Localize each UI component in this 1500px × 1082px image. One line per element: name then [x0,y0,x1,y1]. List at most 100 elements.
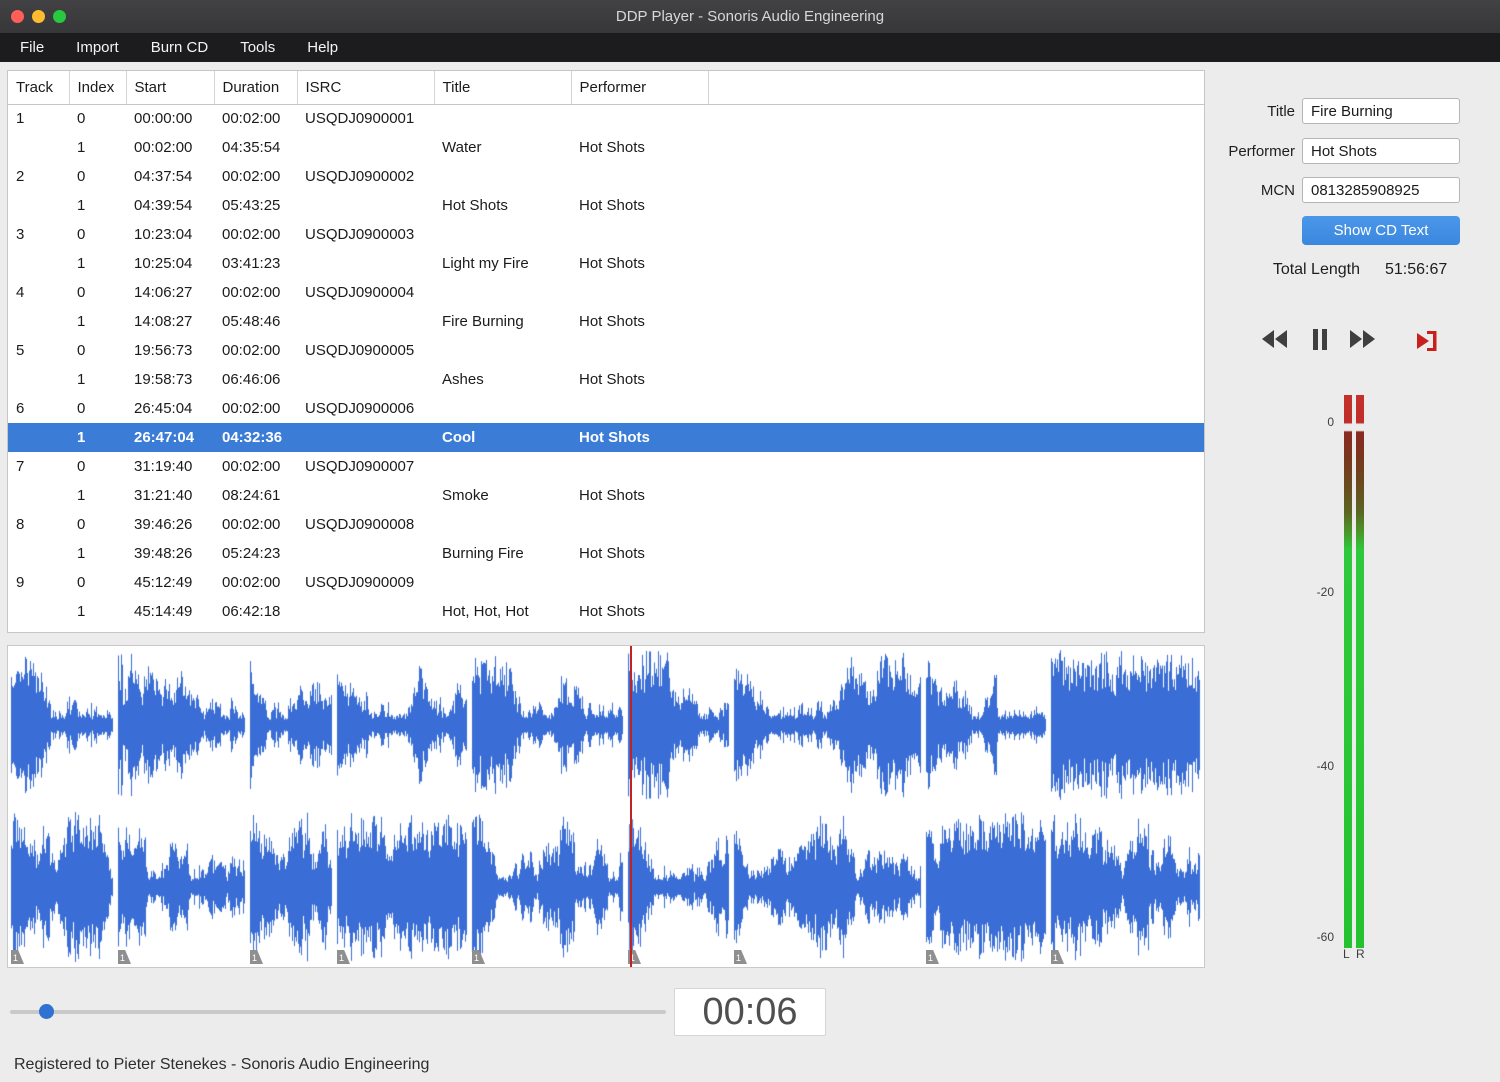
menu-item-burn-cd[interactable]: Burn CD [135,33,225,62]
cell-filler [708,597,1204,626]
cell-start: 14:08:27 [134,313,193,330]
column-header-track[interactable]: Track [8,71,70,105]
cell-index: 0 [77,110,86,128]
cell-title [434,336,571,365]
cell-title: Smoke [442,487,489,504]
column-header-duration[interactable]: Duration [214,71,298,105]
minimize-button[interactable] [32,10,45,23]
pause-button[interactable] [1305,327,1335,353]
cell-index: 0 [77,516,86,533]
cell-index: 0 [77,168,86,185]
table-row[interactable]: 1 19:58:73 06:46:06 Ashes Hot Shots [8,365,1204,394]
rewind-button[interactable] [1259,327,1289,353]
table-row[interactable]: 1 14:08:27 05:48:46 Fire Burning Hot Shots [8,307,1204,336]
table-row[interactable]: 1 0 00:00:00 00:02:00 USQDJ0900001 [8,104,1204,133]
cell-isrc: USQDJ0900005 [305,342,415,359]
table-row[interactable]: 2 0 04:37:54 00:02:00 USQDJ0900002 [8,162,1204,191]
table-row[interactable]: 1 04:39:54 05:43:25 Hot Shots Hot Shots [8,191,1204,220]
cell-performer [571,220,708,249]
cell-duration: 00:02:00 [222,284,281,301]
cell-title: Burning Fire [442,545,524,562]
seek-slider-thumb[interactable] [39,1004,54,1019]
table-row[interactable]: 8 0 39:46:26 00:02:00 USQDJ0900008 [8,510,1204,539]
cell-filler [708,394,1204,423]
table-row[interactable]: 6 0 26:45:04 00:02:00 USQDJ0900006 [8,394,1204,423]
titlebar: DDP Player - Sonoris Audio Engineering [0,0,1500,33]
seek-slider-track[interactable] [10,1010,666,1014]
table-row[interactable]: 1 31:21:40 08:24:61 Smoke Hot Shots [8,481,1204,510]
menu-item-import[interactable]: Import [60,33,135,62]
cell-filler [708,191,1204,220]
table-row[interactable]: 7 0 31:19:40 00:02:00 USQDJ0900007 [8,452,1204,481]
performer-field-label: Performer [1228,143,1295,160]
cell-performer [571,278,708,307]
mcn-input[interactable] [1302,177,1460,203]
close-button[interactable] [11,10,24,23]
cell-filler [708,220,1204,249]
cell-duration: 05:43:25 [222,197,281,214]
cell-start: 39:48:26 [134,545,193,562]
play-to-end-icon [1417,331,1437,351]
waveform-display[interactable]: 111111111 [7,645,1205,968]
cell-start: 26:47:04 [126,423,214,452]
column-header-title[interactable]: Title [434,71,572,105]
fast-forward-button[interactable] [1348,327,1378,353]
column-header-performer[interactable]: Performer [571,71,709,105]
level-meter-right [1356,395,1364,948]
meter-tick-40: -40 [1316,759,1334,773]
cell-track: 2 [16,168,25,185]
cell-title: Water [442,139,482,156]
traffic-lights [11,10,66,23]
cell-filler [708,133,1204,162]
column-header-isrc[interactable]: ISRC [297,71,435,105]
cell-track: 9 [16,574,25,591]
cell-filler [708,510,1204,539]
cell-isrc [297,423,434,452]
column-header-start[interactable]: Start [126,71,215,105]
cell-index: 1 [77,371,86,388]
cell-title [434,220,571,249]
seek-slider[interactable] [10,1003,666,1021]
cell-track [8,423,69,452]
cell-performer [571,394,708,423]
title-input[interactable] [1302,98,1460,124]
table-row[interactable]: 1 26:47:04 04:32:36 Cool Hot Shots [8,423,1204,452]
playhead-cursor[interactable] [630,646,632,967]
menu-item-help[interactable]: Help [291,33,354,62]
cell-isrc: USQDJ0900006 [305,400,415,417]
table-row[interactable]: 9 0 45:12:49 00:02:00 USQDJ0900009 [8,568,1204,597]
menu-item-tools[interactable]: Tools [224,33,291,62]
meter-tick-20: -20 [1316,585,1334,599]
cell-track: 1 [16,110,25,128]
cell-title [434,278,571,307]
table-row[interactable]: 1 45:14:49 06:42:18 Hot, Hot, Hot Hot Shots [8,597,1204,626]
cell-track: 4 [16,284,25,301]
menubar: File Import Burn CD Tools Help [0,33,1500,62]
cell-duration: 03:41:23 [222,255,281,272]
play-to-end-button[interactable] [1414,327,1444,353]
cell-index: 0 [77,400,86,417]
zoom-button[interactable] [53,10,66,23]
table-row[interactable]: 1 10:25:04 03:41:23 Light my Fire Hot Shots [8,249,1204,278]
menu-item-file[interactable]: File [4,33,60,62]
waveform-canvas[interactable] [8,646,1204,967]
cell-start: 26:45:04 [134,400,193,417]
cell-performer [571,162,708,191]
fast-forward-icon [1350,330,1375,348]
table-row[interactable]: 1 00:02:00 04:35:54 Water Hot Shots [8,133,1204,162]
column-header-index[interactable]: Index [69,71,127,105]
cell-isrc: USQDJ0900009 [305,574,415,591]
cell-start: 00:02:00 [134,139,193,156]
meter-tick-0: 0 [1327,415,1334,429]
table-row[interactable]: 3 0 10:23:04 00:02:00 USQDJ0900003 [8,220,1204,249]
table-row[interactable]: 1 39:48:26 05:24:23 Burning Fire Hot Shots [8,539,1204,568]
table-row[interactable]: 4 0 14:06:27 00:02:00 USQDJ0900004 [8,278,1204,307]
window-title: DDP Player - Sonoris Audio Engineering [615,8,885,25]
show-cd-text-button[interactable]: Show CD Text [1302,216,1460,245]
performer-input[interactable] [1302,138,1460,164]
cell-duration: 00:02:00 [222,400,281,417]
table-row[interactable]: 5 0 19:56:73 00:02:00 USQDJ0900005 [8,336,1204,365]
cell-filler [708,307,1204,336]
cell-title [434,104,571,133]
cell-title: Ashes [442,371,484,388]
